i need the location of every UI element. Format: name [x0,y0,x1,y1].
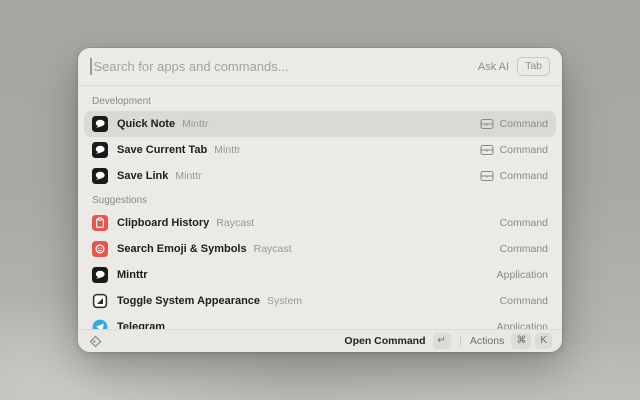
list-item[interactable]: Minttr Application [84,262,556,288]
search-bar: Ask AI Tab [78,48,562,86]
item-title: Clipboard History [117,217,209,229]
open-command-label[interactable]: Open Command [344,335,425,347]
item-title: Save Link [117,170,168,182]
raycast-logo-icon [88,334,103,349]
item-title: Minttr [117,269,148,281]
drive-icon [480,170,494,182]
item-title: Toggle System Appearance [117,295,260,307]
section-header-suggestions: Suggestions [84,189,556,210]
action-bar: Open Command ↵ Actions ⌘ K [78,329,562,352]
item-title: Quick Note [117,118,175,130]
item-title: Save Current Tab [117,144,207,156]
item-type: Command [500,144,548,156]
drive-icon [480,118,494,130]
item-title: Search Emoji & Symbols [117,243,247,255]
item-title: Telegram [117,321,165,329]
tab-key-badge: Tab [517,57,550,76]
item-type: Application [497,269,548,281]
clipboard-icon [92,215,108,231]
drive-icon [480,144,494,156]
list-item[interactable]: Clipboard History Raycast Command [84,210,556,236]
footer-divider [460,336,461,347]
item-subtitle: Minttr [175,170,201,182]
emoji-icon [92,241,108,257]
item-subtitle: Raycast [254,243,292,255]
launcher-window: Ask AI Tab Development Quick Note Minttr… [78,48,562,352]
item-type: Command [500,170,548,182]
section-header-development: Development [84,90,556,111]
results-list: Development Quick Note Minttr Command Sa… [78,86,562,329]
item-type: Command [500,118,548,130]
list-item[interactable]: Search Emoji & Symbols Raycast Command [84,236,556,262]
list-item[interactable]: Save Link Minttr Command [84,163,556,189]
text-caret [90,58,92,75]
list-item[interactable]: Telegram Application [84,314,556,329]
item-type: Application [497,321,548,329]
item-subtitle: Minttr [182,118,208,130]
minttr-icon [92,142,108,158]
minttr-icon [92,116,108,132]
item-subtitle: Minttr [214,144,240,156]
return-key-badge: ↵ [433,333,451,349]
list-item[interactable]: Quick Note Minttr Command [84,111,556,137]
actions-button[interactable]: Actions [470,335,504,347]
list-item[interactable]: Save Current Tab Minttr Command [84,137,556,163]
cmd-key-badge: ⌘ [511,333,531,349]
item-type: Command [500,243,548,255]
appearance-icon [92,293,108,309]
minttr-icon [92,168,108,184]
telegram-icon [92,319,108,329]
search-input[interactable] [94,59,478,74]
k-key-badge: K [535,333,552,349]
item-type: Command [500,217,548,229]
item-type: Command [500,295,548,307]
ask-ai-label[interactable]: Ask AI [478,61,509,73]
item-subtitle: System [267,295,302,307]
list-item[interactable]: Toggle System Appearance System Command [84,288,556,314]
item-subtitle: Raycast [216,217,254,229]
minttr-icon [92,267,108,283]
